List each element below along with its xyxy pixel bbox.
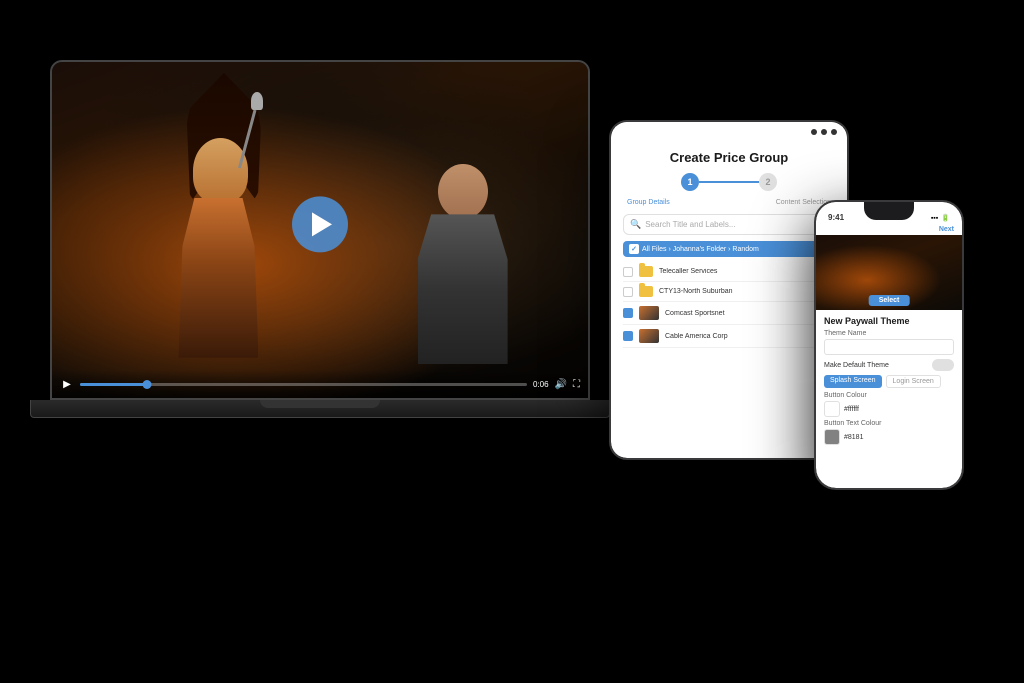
step-connector — [699, 181, 759, 183]
laptop-base — [30, 400, 610, 418]
tablet-device: Create Price Group 1 2 Group Details Con… — [609, 120, 849, 460]
button-colour-row: #ffffff — [824, 401, 954, 417]
tablet-screen: Create Price Group 1 2 Group Details Con… — [611, 122, 847, 458]
file-checkbox-4[interactable] — [623, 331, 633, 341]
file-name-2: CTY13-North Suburban — [659, 288, 835, 295]
time-display: 0:06 — [533, 380, 549, 389]
button-text-colour-row: #8181 — [824, 429, 954, 445]
status-indicator — [831, 129, 837, 135]
progress-fill — [80, 383, 147, 386]
phone-time: 9:41 — [828, 213, 844, 222]
singer-figure — [148, 138, 308, 358]
breadcrumb-checkbox[interactable]: ✓ — [629, 244, 639, 254]
theme-name-label: Theme Name — [824, 330, 954, 337]
phone-concert-thumbnail: Select — [816, 235, 962, 310]
step-1-label: Group Details — [627, 199, 670, 206]
file-row-1[interactable]: Telecaller Services — [623, 262, 835, 282]
folder-icon-1 — [639, 266, 653, 277]
file-row-2[interactable]: CTY13-North Suburban — [623, 282, 835, 302]
make-default-row: Make Default Theme — [824, 359, 954, 371]
volume-icon[interactable]: 🔊 — [555, 379, 567, 390]
make-default-label: Make Default Theme — [824, 362, 889, 369]
laptop: ▶ 0:06 🔊 ⛶ — [50, 60, 610, 480]
video-thumbnail-3 — [639, 306, 659, 320]
singer-body — [178, 198, 258, 358]
progress-bar[interactable] — [80, 383, 527, 386]
breadcrumb-path: All Files › Johanna's Folder › Random — [642, 246, 759, 253]
file-row-3[interactable]: Comcast Sportsnet — [623, 302, 835, 325]
laptop-hinge — [260, 400, 380, 408]
signal-icon: ▪▪▪ — [931, 214, 938, 222]
file-name-4: Cable America Corp — [665, 333, 835, 340]
button-text-colour-value: #8181 — [844, 434, 954, 441]
button-text-colour-swatch[interactable] — [824, 429, 840, 445]
play-button[interactable] — [292, 196, 348, 252]
battery-icon: 🔋 — [941, 214, 950, 222]
guitarist-body — [418, 214, 508, 364]
tablet-status-bar — [611, 122, 847, 142]
video-controls: ▶ 0:06 🔊 ⛶ — [52, 370, 588, 398]
file-checkbox-2[interactable] — [623, 287, 633, 297]
login-screen-tab[interactable]: Login Screen — [886, 375, 941, 388]
step-labels: Group Details Content Selection — [623, 199, 835, 206]
laptop-body: ▶ 0:06 🔊 ⛶ — [50, 60, 590, 400]
step-2-circle: 2 — [759, 173, 777, 191]
tablet-modal-title: Create Price Group — [623, 150, 835, 165]
scene: ▶ 0:06 🔊 ⛶ C — [0, 0, 1024, 683]
microphone-head — [251, 92, 263, 110]
singer-head — [193, 138, 248, 203]
search-placeholder: Search Title and Labels... — [645, 220, 735, 229]
status-indicator — [821, 129, 827, 135]
play-icon — [312, 212, 332, 236]
file-row-4[interactable]: Cable America Corp — [623, 325, 835, 348]
guitarist-figure — [418, 164, 508, 364]
next-button[interactable]: Next — [939, 226, 954, 233]
progress-dot — [143, 380, 152, 389]
phone-notch — [864, 202, 914, 220]
phone-screen: 9:41 ▪▪▪ 🔋 Next Select New Paywall Theme… — [816, 202, 962, 488]
splash-screen-tab[interactable]: Splash Screen — [824, 375, 882, 388]
steps-indicator: 1 2 — [623, 173, 835, 191]
phone-section-heading: New Paywall Theme — [824, 316, 954, 326]
phone-status-icons: ▪▪▪ 🔋 — [931, 214, 950, 222]
tablet-content: Create Price Group 1 2 Group Details Con… — [611, 142, 847, 458]
laptop-screen: ▶ 0:06 🔊 ⛶ — [52, 62, 588, 398]
play-small-icon[interactable]: ▶ — [60, 377, 74, 391]
file-name-1: Telecaller Services — [659, 268, 835, 275]
video-thumbnail-4 — [639, 329, 659, 343]
file-checkbox-3[interactable] — [623, 308, 633, 318]
fullscreen-icon[interactable]: ⛶ — [573, 379, 580, 390]
button-colour-label: Button Colour — [824, 392, 954, 399]
file-name-3: Comcast Sportsnet — [665, 310, 835, 317]
search-icon: 🔍 — [630, 219, 641, 230]
status-indicator — [811, 129, 817, 135]
button-colour-swatch[interactable] — [824, 401, 840, 417]
step-1-circle: 1 — [681, 173, 699, 191]
search-bar[interactable]: 🔍 Search Title and Labels... — [623, 214, 835, 235]
phone-header: Next — [816, 224, 962, 235]
breadcrumb-row: ✓ All Files › Johanna's Folder › Random — [623, 241, 835, 257]
phone-screen-tabs: Splash Screen Login Screen — [824, 375, 954, 388]
phone-paywall-section: New Paywall Theme Theme Name Make Defaul… — [816, 310, 962, 452]
phone-content: Next Select New Paywall Theme Theme Name… — [816, 224, 962, 488]
button-text-colour-label: Button Text Colour — [824, 420, 954, 427]
phone-device: 9:41 ▪▪▪ 🔋 Next Select New Paywall Theme… — [814, 200, 964, 490]
select-button[interactable]: Select — [869, 295, 910, 306]
theme-name-input[interactable] — [824, 339, 954, 355]
button-colour-value: #ffffff — [844, 406, 954, 413]
guitarist-head — [438, 164, 488, 219]
folder-icon-2 — [639, 286, 653, 297]
file-checkbox-1[interactable] — [623, 267, 633, 277]
make-default-toggle[interactable] — [932, 359, 954, 371]
